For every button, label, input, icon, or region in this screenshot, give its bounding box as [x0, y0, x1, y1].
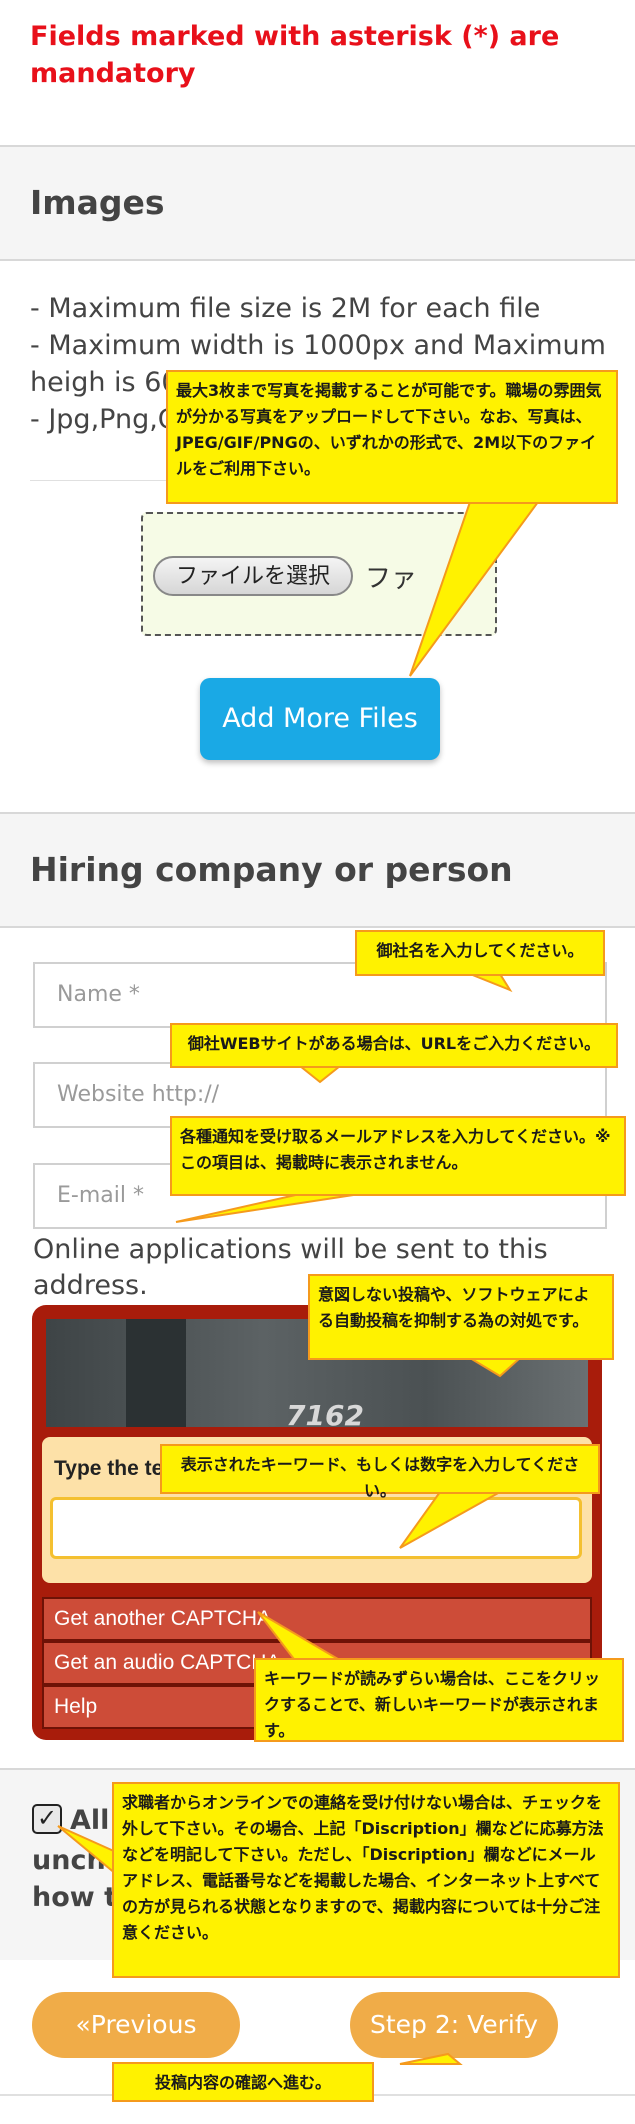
callout-captcha-purpose: 意図しない投稿や、ソフトウェアによる自動投稿を抑制する為の対処です。 — [308, 1274, 614, 1360]
callout-name: 御社名を入力してください。 — [355, 930, 605, 976]
callout-captcha-input: 表示されたキーワード、もしくは数字を入力してください。 — [160, 1444, 600, 1500]
callout-website: 御社WEBサイトがある場合は、URLをご入力ください。 — [170, 1023, 618, 1068]
callout-allow-online: 求職者からオンラインでの連絡を受け付けない場合は、チェックを外して下さい。その場… — [112, 1782, 620, 1978]
callout-email: 各種通知を受け取るメールアドレスを入力してください。※この項目は、掲載時に表示さ… — [170, 1116, 626, 1196]
callout-verify: 投稿内容の確認へ進む。 — [112, 2062, 374, 2102]
callout-captcha-refresh: キーワードが読みずらい場合は、ここをクリックすることで、新しいキーワードが表示さ… — [254, 1658, 624, 1742]
callout-images: 最大3枚まで写真を掲載することが可能です。職場の雰囲気が分かる写真をアップロード… — [166, 370, 618, 504]
